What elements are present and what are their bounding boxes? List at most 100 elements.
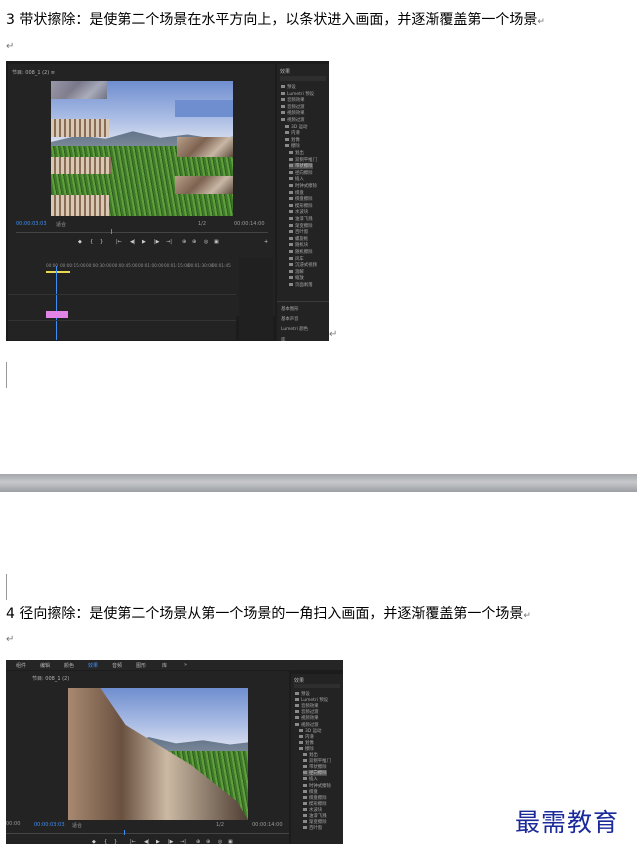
effect-item[interactable]: 页面剥落 (289, 282, 313, 288)
effect-item[interactable]: 径向擦除 (289, 170, 313, 176)
effect-item[interactable]: 双侧平推门 (289, 157, 317, 163)
quality-select[interactable]: 1/2 (216, 822, 224, 828)
current-timecode[interactable]: 00:00:03:03 (16, 221, 47, 227)
step-forward-button[interactable]: |▶ (154, 239, 160, 245)
effect-item[interactable]: 音频过渡 (281, 104, 305, 110)
fit-select[interactable]: 适合 (56, 221, 66, 228)
workspace-tab[interactable]: 组件 (16, 662, 26, 669)
step-back-button[interactable]: ◀| (130, 239, 136, 245)
monitor-playhead[interactable] (124, 830, 125, 835)
workspace-tab[interactable]: » (184, 662, 187, 668)
workspace-tab[interactable]: 库 (162, 662, 167, 669)
play-button[interactable]: ▶ (142, 239, 146, 245)
effect-item[interactable]: 擦除 (285, 143, 300, 149)
mark-out-button[interactable]: } (100, 239, 103, 245)
extract-button[interactable]: ⊕ (192, 239, 196, 245)
workspace-tab[interactable]: 音频 (112, 662, 122, 669)
scrub-bar[interactable] (6, 833, 289, 834)
effect-item[interactable]: 径向擦除 (303, 770, 327, 777)
current-timecode[interactable]: 00:00:03:03 (34, 822, 65, 828)
go-to-out-button[interactable]: →| (180, 839, 186, 844)
effect-item[interactable]: 楔形擦除 (289, 203, 313, 209)
effect-item[interactable]: 音频效果 (295, 703, 319, 709)
effect-item[interactable]: 油漆飞溅 (303, 813, 327, 819)
effect-item[interactable]: 视频效果 (281, 110, 305, 116)
effect-item[interactable]: 缩放 (289, 275, 304, 281)
go-to-out-button[interactable]: →| (166, 239, 172, 245)
sequence-tab[interactable]: 节目: 008_1 (2) (32, 675, 69, 682)
compare-button[interactable]: ▣ (214, 239, 219, 245)
panel-essential-graphics[interactable]: 基本图形 (281, 306, 299, 312)
export-frame-button[interactable]: ◎ (218, 839, 222, 844)
play-button[interactable]: ▶ (156, 839, 160, 844)
effect-item[interactable]: 棋盘 (303, 789, 318, 795)
effect-item[interactable]: 风车 (289, 256, 304, 262)
workspace-tab[interactable]: 颜色 (64, 662, 74, 669)
effect-item[interactable]: 音频效果 (281, 97, 305, 103)
effect-item[interactable]: 时钟式擦除 (289, 183, 317, 189)
effect-item[interactable]: 擦除 (299, 746, 314, 752)
add-button[interactable]: + (264, 239, 268, 245)
panel-lumetri-color[interactable]: Lumetri 颜色 (281, 326, 308, 332)
timeline-playhead[interactable] (56, 266, 57, 340)
effect-item[interactable]: 划像 (285, 137, 300, 143)
mark-in-button[interactable]: { (104, 839, 107, 844)
effect-item[interactable]: 内滑 (299, 734, 314, 740)
effect-item[interactable]: Lumetri 预设 (281, 91, 314, 97)
workspace-tab[interactable]: 图形 (136, 662, 146, 669)
go-to-in-button[interactable]: |← (116, 239, 122, 245)
effects-search-input[interactable] (294, 684, 340, 688)
effect-item[interactable]: 视频过渡 (281, 117, 305, 123)
effect-item[interactable]: 音频过渡 (295, 709, 319, 715)
effect-item[interactable]: 百叶窗 (303, 825, 322, 831)
extract-button[interactable]: ⊕ (206, 839, 210, 844)
effect-item[interactable]: 沉浸式视频 (289, 262, 317, 268)
effect-item[interactable]: 水波块 (289, 209, 308, 215)
effect-item[interactable]: 预设 (295, 691, 310, 697)
effect-item[interactable]: 3D 运动 (299, 728, 321, 734)
step-back-button[interactable]: ◀| (144, 839, 150, 844)
step-forward-button[interactable]: |▶ (168, 839, 174, 844)
effect-item[interactable]: 带状擦除 (289, 163, 313, 170)
marker-button[interactable]: ◆ (92, 839, 96, 844)
effect-item[interactable]: 划出 (303, 752, 318, 758)
effect-item[interactable]: 水波块 (303, 807, 322, 813)
effect-item[interactable]: 3D 运动 (285, 124, 307, 130)
compare-button[interactable]: ▣ (228, 839, 233, 844)
effect-item[interactable]: 预设 (281, 84, 296, 90)
effect-item[interactable]: 渐变擦除 (289, 223, 313, 229)
scrub-bar[interactable] (16, 232, 268, 233)
effect-item[interactable]: 溶解 (289, 269, 304, 275)
effect-item[interactable]: 楔形擦除 (303, 801, 327, 807)
effect-item[interactable]: 棋盘擦除 (289, 196, 313, 202)
sequence-tab[interactable]: 节目: 008_1 (2) ≡ (12, 69, 55, 76)
effect-item[interactable]: 螺旋框 (289, 236, 308, 242)
work-area-bar[interactable] (46, 271, 70, 273)
effects-search-input[interactable] (280, 76, 326, 81)
effect-item[interactable]: 棋盘 (289, 190, 304, 196)
panel-libraries[interactable]: 库 (281, 337, 285, 341)
marker-button[interactable]: ◆ (78, 239, 82, 245)
effect-item[interactable]: 带状擦除 (303, 764, 327, 770)
effect-item[interactable]: 划出 (289, 150, 304, 156)
effect-item[interactable]: 百叶窗 (289, 229, 308, 235)
effect-item[interactable]: 视频过渡 (295, 722, 319, 728)
effect-item[interactable]: 视频效果 (295, 715, 319, 721)
lift-button[interactable]: ⊕ (182, 239, 186, 245)
effect-item[interactable]: 插入 (303, 776, 318, 782)
effect-item[interactable]: 油漆飞溅 (289, 216, 313, 222)
monitor-playhead[interactable] (111, 229, 112, 234)
export-frame-button[interactable]: ◎ (204, 239, 208, 245)
effect-item[interactable]: 双侧平推门 (303, 758, 331, 764)
mark-out-button[interactable]: } (114, 839, 117, 844)
effect-item[interactable]: 随机块 (289, 242, 308, 248)
workspace-tab[interactable]: 效果 (88, 662, 98, 669)
effect-item[interactable]: 时钟式擦除 (303, 783, 331, 789)
fit-select[interactable]: 适合 (72, 822, 82, 829)
effect-item[interactable]: 棋盘擦除 (303, 795, 327, 801)
go-to-in-button[interactable]: |← (130, 839, 136, 844)
effect-item[interactable]: 随机擦除 (289, 249, 313, 255)
effect-item[interactable]: 插入 (289, 176, 304, 182)
quality-select[interactable]: 1/2 (198, 221, 206, 227)
effect-item[interactable]: 内滑 (285, 130, 300, 136)
